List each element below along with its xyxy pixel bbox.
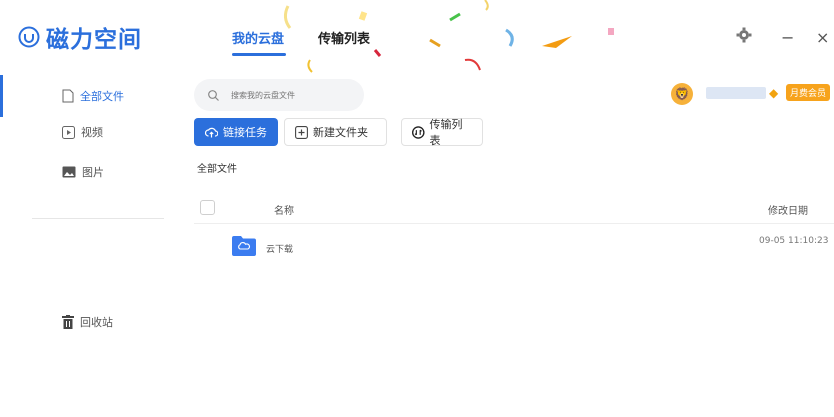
avatar[interactable]: 🦁 <box>671 83 693 105</box>
plus-square-icon <box>295 125 308 139</box>
app-logo: 磁力空间 <box>18 20 142 54</box>
tab-transfer-list[interactable]: 传输列表 <box>318 28 370 47</box>
logo-icon <box>18 26 40 48</box>
active-tab-indicator <box>232 53 286 56</box>
sidebar-item-all-files[interactable]: 全部文件 <box>62 88 124 104</box>
minimize-button[interactable]: − <box>781 28 794 47</box>
sidebar-item-images[interactable]: 图片 <box>62 164 104 180</box>
new-folder-button[interactable]: 新建文件夹 <box>284 118 387 146</box>
link-task-button[interactable]: 链接任务 <box>194 118 278 146</box>
search-icon <box>208 89 219 101</box>
username-redacted <box>706 87 766 99</box>
app-brand-name: 磁力空间 <box>46 27 142 53</box>
sidebar-item-video[interactable]: 视频 <box>62 124 103 140</box>
close-button[interactable]: × <box>816 28 829 47</box>
file-modified-date: 09-05 11:10:23 <box>759 236 829 246</box>
image-icon <box>62 166 76 178</box>
trash-icon <box>62 315 74 329</box>
select-all-checkbox[interactable] <box>200 200 215 215</box>
sidebar-item-label: 图片 <box>82 166 104 179</box>
link-task-label: 链接任务 <box>223 126 267 139</box>
cloud-upload-icon <box>205 127 218 137</box>
tab-my-cloud[interactable]: 我的云盘 <box>232 28 284 47</box>
sidebar-item-label: 回收站 <box>80 316 113 329</box>
transfer-icon <box>412 125 425 139</box>
breadcrumb[interactable]: 全部文件 <box>197 160 237 175</box>
sidebar-item-label: 全部文件 <box>80 90 124 103</box>
column-header-name[interactable]: 名称 <box>274 202 294 217</box>
new-folder-label: 新建文件夹 <box>313 126 368 139</box>
column-header-modified-date[interactable]: 修改日期 <box>768 202 808 217</box>
file-icon <box>62 89 74 103</box>
sidebar-active-indicator <box>0 75 3 117</box>
search-box[interactable] <box>194 79 364 111</box>
transfer-list-button[interactable]: 传输列表 <box>401 118 483 147</box>
transfer-list-label: 传输列表 <box>429 118 463 147</box>
video-icon <box>62 125 75 139</box>
gear-icon[interactable] <box>736 27 752 43</box>
search-input[interactable] <box>229 89 353 101</box>
cloud-folder-icon[interactable] <box>231 234 257 257</box>
sidebar-item-label: 视频 <box>81 126 103 139</box>
vip-badge[interactable]: 月费会员 <box>786 84 831 101</box>
file-name[interactable]: 云下载 <box>266 242 293 255</box>
sidebar-item-trash[interactable]: 回收站 <box>62 314 113 330</box>
sidebar-divider <box>32 218 164 219</box>
vip-diamond-icon: ◆ <box>769 86 779 100</box>
table-header-divider <box>194 223 834 224</box>
